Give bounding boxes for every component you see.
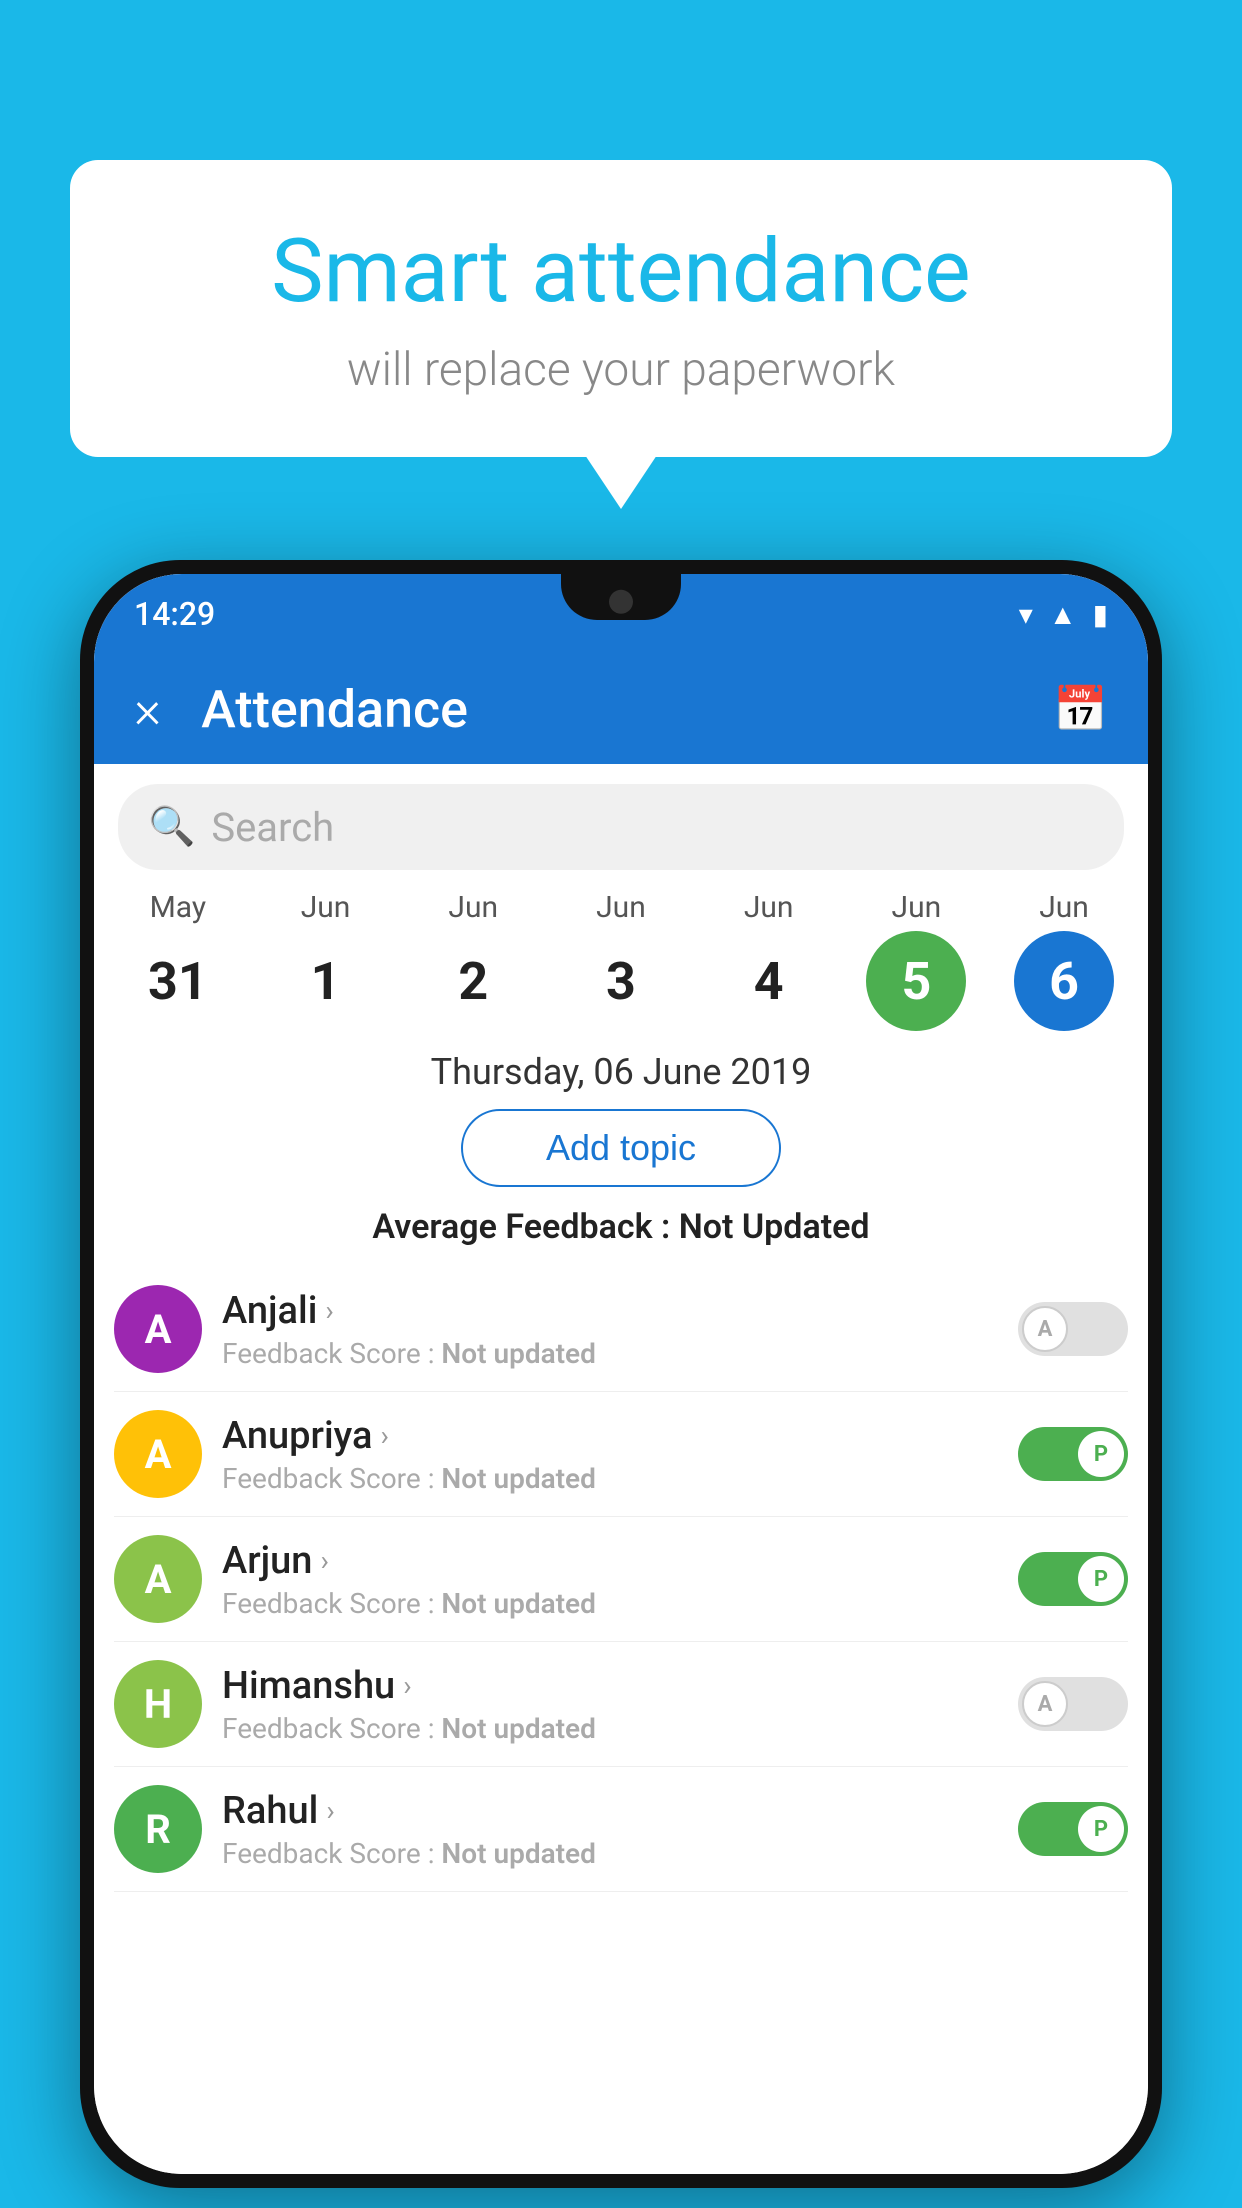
cal-month: Jun: [744, 890, 794, 925]
student-info: Anjali › Feedback Score : Not updated: [202, 1289, 1018, 1370]
speech-bubble: Smart attendance will replace your paper…: [70, 160, 1172, 457]
calendar-day[interactable]: May 31: [113, 890, 243, 1031]
student-name: Anupriya: [222, 1414, 372, 1458]
cal-month: Jun: [892, 890, 942, 925]
cal-month: May: [150, 890, 206, 925]
status-time: 14:29: [134, 595, 215, 633]
phone-frame: 14:29 ▾ ▲ ▮ × Attendance 📅 🔍 Search: [80, 560, 1162, 2188]
list-item[interactable]: A Anjali › Feedback Score : Not updated A: [114, 1267, 1128, 1392]
student-feedback: Feedback Score : Not updated: [222, 1337, 998, 1370]
avg-feedback-label: Average Feedback :: [372, 1207, 670, 1247]
student-name: Arjun: [222, 1539, 312, 1583]
cal-month: Jun: [448, 890, 498, 925]
student-info: Rahul › Feedback Score : Not updated: [202, 1789, 1018, 1870]
toggle-knob: P: [1078, 1556, 1124, 1602]
calendar-day[interactable]: Jun 1: [261, 890, 391, 1031]
chevron-icon: ›: [320, 1544, 328, 1577]
app-bar: × Attendance 📅: [94, 654, 1148, 764]
app-bar-title: Attendance: [201, 679, 1053, 740]
toggle-knob: A: [1022, 1681, 1068, 1727]
phone-screen: 14:29 ▾ ▲ ▮ × Attendance 📅 🔍 Search: [94, 574, 1148, 2174]
student-info: Himanshu › Feedback Score : Not updated: [202, 1664, 1018, 1745]
avatar: A: [114, 1285, 202, 1373]
status-bar: 14:29 ▾ ▲ ▮: [94, 574, 1148, 654]
list-item[interactable]: A Anupriya › Feedback Score : Not updated P: [114, 1392, 1128, 1517]
student-name: Himanshu: [222, 1664, 395, 1708]
search-input[interactable]: Search: [211, 804, 334, 851]
cal-date[interactable]: 31: [128, 931, 228, 1031]
calendar-day[interactable]: Jun 3: [556, 890, 686, 1031]
toggle-knob: P: [1078, 1431, 1124, 1477]
cal-date[interactable]: 5: [866, 931, 966, 1031]
cal-month: Jun: [301, 890, 351, 925]
notch: [561, 574, 681, 620]
close-button[interactable]: ×: [134, 679, 161, 740]
wifi-icon: ▾: [1019, 598, 1033, 631]
selected-date-label: Thursday, 06 June 2019: [94, 1051, 1148, 1093]
toggle-switch[interactable]: A: [1018, 1677, 1128, 1731]
add-topic-button[interactable]: Add topic: [461, 1109, 781, 1187]
avg-feedback: Average Feedback : Not Updated: [94, 1207, 1148, 1247]
toggle-switch[interactable]: P: [1018, 1427, 1128, 1481]
signal-icon: ▲: [1049, 598, 1077, 631]
speech-bubble-container: Smart attendance will replace your paper…: [70, 160, 1172, 457]
toggle-knob: A: [1022, 1306, 1068, 1352]
calendar-day[interactable]: Jun 2: [408, 890, 538, 1031]
chevron-icon: ›: [326, 1794, 334, 1827]
avatar: A: [114, 1535, 202, 1623]
student-feedback: Feedback Score : Not updated: [222, 1462, 998, 1495]
calendar-day[interactable]: Jun 6: [999, 890, 1129, 1031]
attendance-toggle[interactable]: P: [1018, 1552, 1128, 1606]
toggle-switch[interactable]: P: [1018, 1552, 1128, 1606]
student-info: Arjun › Feedback Score : Not updated: [202, 1539, 1018, 1620]
toggle-switch[interactable]: A: [1018, 1302, 1128, 1356]
battery-icon: ▮: [1093, 598, 1108, 631]
avatar: R: [114, 1785, 202, 1873]
attendance-toggle[interactable]: P: [1018, 1427, 1128, 1481]
cal-date[interactable]: 6: [1014, 931, 1114, 1031]
cal-month: Jun: [596, 890, 646, 925]
avatar: A: [114, 1410, 202, 1498]
calendar-icon[interactable]: 📅: [1053, 683, 1108, 735]
bubble-subtitle: will replace your paperwork: [150, 343, 1092, 397]
status-icons: ▾ ▲ ▮: [1019, 598, 1108, 631]
attendance-toggle[interactable]: A: [1018, 1302, 1128, 1356]
attendance-toggle[interactable]: P: [1018, 1802, 1128, 1856]
search-bar[interactable]: 🔍 Search: [118, 784, 1124, 870]
chevron-icon: ›: [380, 1419, 388, 1452]
list-item[interactable]: R Rahul › Feedback Score : Not updated P: [114, 1767, 1128, 1892]
bubble-title: Smart attendance: [150, 220, 1092, 323]
cal-date[interactable]: 1: [276, 931, 376, 1031]
attendance-toggle[interactable]: A: [1018, 1677, 1128, 1731]
student-feedback: Feedback Score : Not updated: [222, 1587, 998, 1620]
student-feedback: Feedback Score : Not updated: [222, 1837, 998, 1870]
search-icon: 🔍: [148, 805, 195, 849]
student-feedback: Feedback Score : Not updated: [222, 1712, 998, 1745]
chevron-icon: ›: [403, 1669, 411, 1702]
avatar: H: [114, 1660, 202, 1748]
calendar-strip: May 31 Jun 1 Jun 2 Jun 3 Jun 4 Jun 5 Jun 6: [94, 890, 1148, 1031]
student-info: Anupriya › Feedback Score : Not updated: [202, 1414, 1018, 1495]
list-item[interactable]: A Arjun › Feedback Score : Not updated P: [114, 1517, 1128, 1642]
cal-date[interactable]: 2: [423, 931, 523, 1031]
student-name: Rahul: [222, 1789, 318, 1833]
toggle-knob: P: [1078, 1806, 1124, 1852]
calendar-day[interactable]: Jun 4: [704, 890, 834, 1031]
chevron-icon: ›: [325, 1294, 333, 1327]
app-content: 🔍 Search May 31 Jun 1 Jun 2 Jun 3 Jun 4 Jun 5 Jun 6 T…: [94, 764, 1148, 2174]
calendar-day[interactable]: Jun 5: [851, 890, 981, 1031]
student-name: Anjali: [222, 1289, 317, 1333]
toggle-switch[interactable]: P: [1018, 1802, 1128, 1856]
cal-date[interactable]: 4: [719, 931, 819, 1031]
list-item[interactable]: H Himanshu › Feedback Score : Not updated A: [114, 1642, 1128, 1767]
phone-inner: 14:29 ▾ ▲ ▮ × Attendance 📅 🔍 Search: [94, 574, 1148, 2174]
cal-month: Jun: [1039, 890, 1089, 925]
cal-date[interactable]: 3: [571, 931, 671, 1031]
notch-camera: [609, 590, 633, 614]
student-list: AAnjali ›Feedback Score : Not updatedAAA…: [94, 1267, 1148, 1892]
avg-feedback-value: Not Updated: [679, 1207, 870, 1247]
